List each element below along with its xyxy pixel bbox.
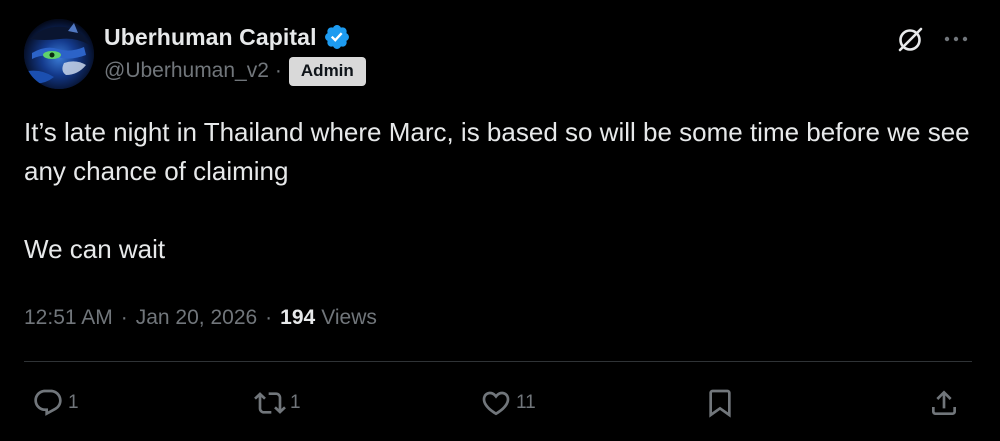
display-name-row: Uberhuman Capital: [104, 22, 351, 52]
action-bar: 1 1 11: [24, 383, 972, 423]
bookmark-button[interactable]: [704, 383, 740, 423]
heart-icon: [482, 391, 510, 416]
meta-separator: ·: [120, 306, 128, 329]
views-label[interactable]: Views: [321, 306, 377, 330]
bookmark-icon: [709, 389, 731, 418]
display-name[interactable]: Uberhuman Capital: [104, 24, 317, 51]
share-icon: [932, 390, 956, 415]
verified-badge-icon[interactable]: [323, 23, 351, 51]
reply-button[interactable]: 1: [32, 383, 79, 423]
repost-icon: [254, 392, 286, 414]
tweet-text: It’s late night in Thailand where Marc, …: [24, 113, 974, 269]
meta-separator: ·: [265, 306, 273, 329]
user-handle[interactable]: @Uberhuman_v2: [104, 59, 269, 83]
handle-row: @Uberhuman_v2 · Admin: [104, 55, 366, 87]
views-count[interactable]: 194: [280, 306, 315, 330]
more-icon[interactable]: [942, 25, 970, 53]
tweet-date[interactable]: Jan 20, 2026: [136, 306, 257, 330]
grok-icon[interactable]: [896, 24, 926, 54]
reply-icon: [34, 389, 62, 416]
handle-separator: ·: [274, 59, 282, 82]
like-button[interactable]: 11: [480, 383, 536, 423]
divider: [24, 361, 972, 362]
avatar-image: [24, 19, 94, 89]
share-button[interactable]: [928, 383, 964, 423]
tweet-time[interactable]: 12:51 AM: [24, 306, 113, 330]
like-count: 11: [516, 392, 536, 413]
top-actions: [896, 24, 970, 54]
tweet-meta: 12:51 AM · Jan 20, 2026 · 194 Views: [24, 300, 377, 336]
tweet-card: Uberhuman Capital @Uberhuman_v2 · Admin: [0, 0, 1000, 441]
repost-count: 1: [290, 392, 301, 413]
avatar[interactable]: [24, 19, 94, 89]
repost-button[interactable]: 1: [254, 383, 301, 423]
tweet-paragraph: It’s late night in Thailand where Marc, …: [24, 117, 970, 186]
admin-badge: Admin: [288, 56, 366, 86]
tweet-paragraph: We can wait: [24, 234, 166, 264]
reply-count: 1: [68, 392, 79, 413]
